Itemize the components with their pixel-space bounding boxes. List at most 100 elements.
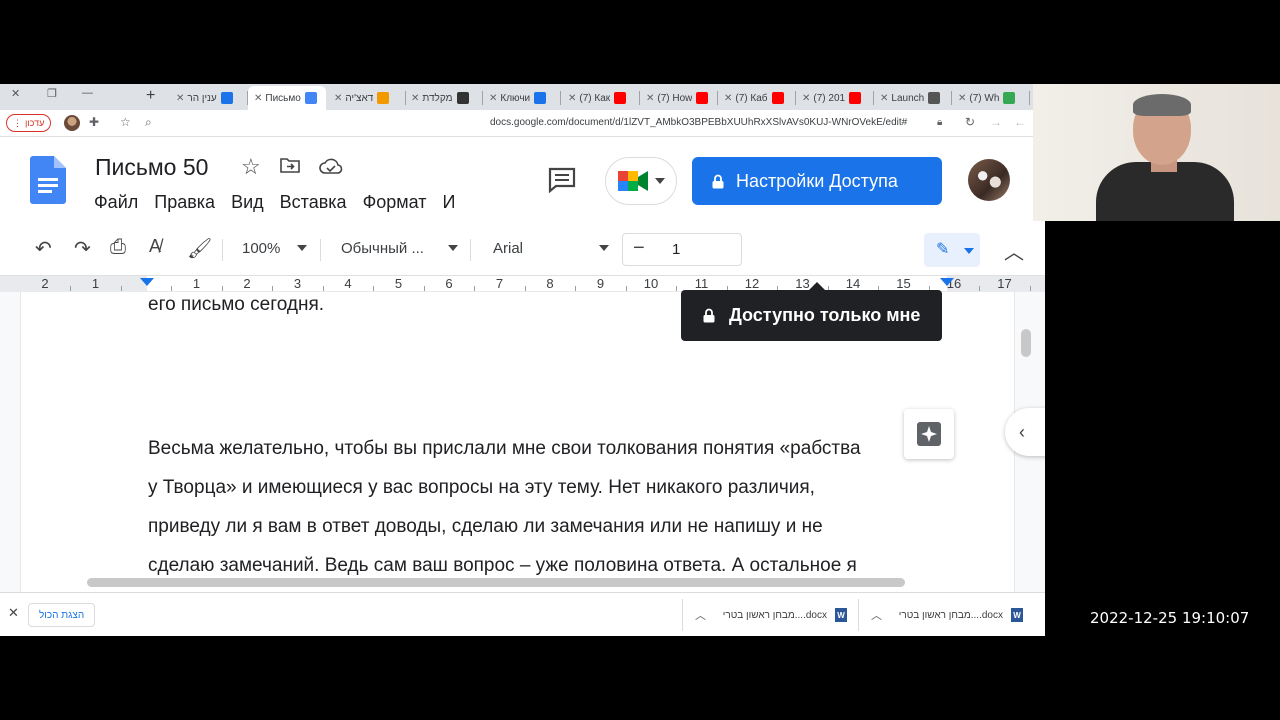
restore-window-icon[interactable]: ❐: [47, 87, 57, 100]
move-folder-icon[interactable]: [280, 157, 300, 173]
close-tab-icon[interactable]: ✕: [724, 93, 732, 104]
side-panel-toggle[interactable]: ‹: [1005, 408, 1045, 456]
editing-mode-button[interactable]: ✎: [924, 233, 980, 267]
close-tab-icon[interactable]: ✕: [254, 93, 262, 104]
explore-button[interactable]: [904, 409, 954, 459]
tab-favicon-icon: [1003, 92, 1016, 104]
close-tab-icon[interactable]: ✕: [880, 93, 888, 104]
close-tab-icon[interactable]: ✕: [176, 93, 184, 104]
menu-tools[interactable]: И: [443, 192, 456, 213]
style-select[interactable]: Обычный ...: [341, 240, 424, 257]
cloud-saved-icon[interactable]: [319, 157, 343, 175]
ruler-label: 4: [344, 276, 352, 291]
more-icon: ⋮: [13, 117, 22, 128]
browser-tab[interactable]: ✕ (7) Wh: [952, 86, 1030, 110]
menu-bar: Файл Правка Вид Вставка Формат И: [94, 192, 455, 213]
close-tab-icon[interactable]: ✕: [411, 93, 419, 104]
print-icon[interactable]: ⎙: [110, 236, 126, 259]
meet-button[interactable]: [605, 157, 677, 205]
download-item[interactable]: ︿ מבחן ראשון בטרי....docx W: [682, 599, 857, 631]
browser-tab[interactable]: ✕ (7) Как: [562, 86, 640, 110]
ruler-tick: [524, 286, 526, 291]
close-window-icon[interactable]: ✕: [11, 87, 20, 100]
tab-favicon-icon: [928, 92, 941, 104]
ruler-tick: [221, 286, 223, 291]
font-select[interactable]: Arial: [493, 240, 523, 257]
share-button[interactable]: Настройки Доступа: [692, 157, 942, 205]
chevron-up-icon[interactable]: ︿: [695, 607, 706, 623]
browser-tab[interactable]: ✕ (7) How: [640, 86, 718, 110]
tab-label: ענין הר: [187, 92, 217, 104]
browser-tab[interactable]: ✕ Письмо: [248, 86, 326, 110]
tab-favicon-icon: [304, 92, 317, 104]
horizontal-scrollbar[interactable]: [87, 578, 905, 587]
left-indent-marker[interactable]: [140, 278, 154, 286]
ruler-label: 11: [694, 276, 709, 291]
browser-tab[interactable]: ✕ (7) 201: [796, 86, 874, 110]
zoom-select[interactable]: 100%: [242, 240, 280, 257]
browser-tab[interactable]: ✕ דאצ'יה: [328, 86, 406, 110]
menu-format[interactable]: Формат: [363, 192, 427, 213]
close-tab-icon[interactable]: ✕: [646, 93, 654, 104]
spellcheck-icon[interactable]: A̸: [149, 236, 161, 257]
extensions-icon[interactable]: ✚: [89, 115, 99, 129]
browser-tab[interactable]: ✕ ענין הר: [170, 86, 248, 110]
vertical-scrollbar[interactable]: [1021, 329, 1031, 357]
account-avatar[interactable]: [968, 159, 1010, 201]
redo-icon[interactable]: ↷: [74, 236, 91, 261]
ruler-tick: [272, 286, 273, 291]
browser-window: ✕ ❐ — + ✕ ענין הר ✕ Письмо ✕ דאצ'יה ✕ מקלדת ✕ Клю…: [0, 84, 1045, 636]
explore-sparkle-icon: [917, 422, 941, 446]
star-icon[interactable]: ☆: [241, 154, 261, 180]
undo-icon[interactable]: ↶: [35, 236, 52, 261]
ruler-label: 2: [243, 276, 251, 291]
chevron-up-icon[interactable]: ︿: [871, 607, 882, 623]
close-tab-icon[interactable]: ✕: [802, 93, 810, 104]
menu-insert[interactable]: Вставка: [280, 192, 347, 213]
font-size-input[interactable]: 1: [672, 241, 680, 258]
forward-icon[interactable]: →: [990, 115, 1002, 129]
tab-label: (7) Wh: [969, 92, 1000, 104]
back-icon[interactable]: ←: [1014, 115, 1026, 129]
menu-file[interactable]: Файл: [94, 192, 138, 213]
close-tab-icon[interactable]: ✕: [489, 93, 497, 104]
tab-label: (7) Как: [579, 92, 611, 104]
close-tab-icon[interactable]: ✕: [958, 93, 966, 104]
new-tab-icon[interactable]: +: [146, 87, 155, 105]
show-all-button[interactable]: הצגת הכול: [28, 603, 96, 627]
browser-tab[interactable]: ✕ Ключи: [483, 86, 561, 110]
decrease-font-size-icon[interactable]: −: [633, 237, 645, 260]
browser-tab[interactable]: ✕ Launch: [874, 86, 952, 110]
right-indent-marker[interactable]: [940, 278, 954, 286]
update-chip[interactable]: ⋮ עדכון: [6, 114, 52, 132]
ruler-label: 3: [293, 276, 302, 291]
download-item[interactable]: ︿ מבחן ראשון בטרי....docx W: [858, 599, 1033, 631]
webcam-feed: [1033, 84, 1280, 221]
bookmark-star-icon[interactable]: ☆: [120, 115, 131, 129]
profile-avatar[interactable]: [64, 115, 80, 131]
tab-label: Письмо: [265, 92, 301, 104]
close-downloads-icon[interactable]: ✕: [8, 605, 19, 621]
menu-edit[interactable]: Правка: [154, 192, 215, 213]
tab-favicon-icon: [220, 92, 233, 104]
collapse-menu-icon[interactable]: ︿: [1004, 236, 1024, 265]
tooltip-lock-icon: [703, 308, 715, 323]
docs-logo-icon[interactable]: [30, 156, 66, 204]
tab-divider: [560, 91, 561, 105]
zoom-icon[interactable]: ⌕: [145, 115, 152, 130]
edit-toolbar: ↶ ↷ ⎙ A̸ 🖌︎ 100% Обычный ... Arial − 1 ✎…: [0, 223, 1045, 276]
zoom-caret-icon: [297, 245, 307, 251]
comment-history-icon[interactable]: [548, 167, 576, 193]
browser-tab[interactable]: ✕ (7) Каб: [718, 86, 796, 110]
browser-tab[interactable]: ✕ מקלדת: [405, 86, 483, 110]
url-field[interactable]: docs.google.com/document/d/1lZVT_AMbkO3B…: [490, 117, 907, 128]
paint-format-icon[interactable]: 🖌︎: [187, 236, 212, 261]
lock-icon[interactable]: 🔒︎: [937, 117, 942, 128]
ruler-label: 15: [896, 276, 911, 291]
reload-icon[interactable]: ↻: [965, 115, 975, 129]
minimize-window-icon[interactable]: —: [82, 87, 93, 99]
doc-title[interactable]: Письмо 50: [95, 154, 208, 181]
close-tab-icon[interactable]: ✕: [334, 93, 342, 104]
close-tab-icon[interactable]: ✕: [568, 93, 576, 104]
menu-view[interactable]: Вид: [231, 192, 264, 213]
